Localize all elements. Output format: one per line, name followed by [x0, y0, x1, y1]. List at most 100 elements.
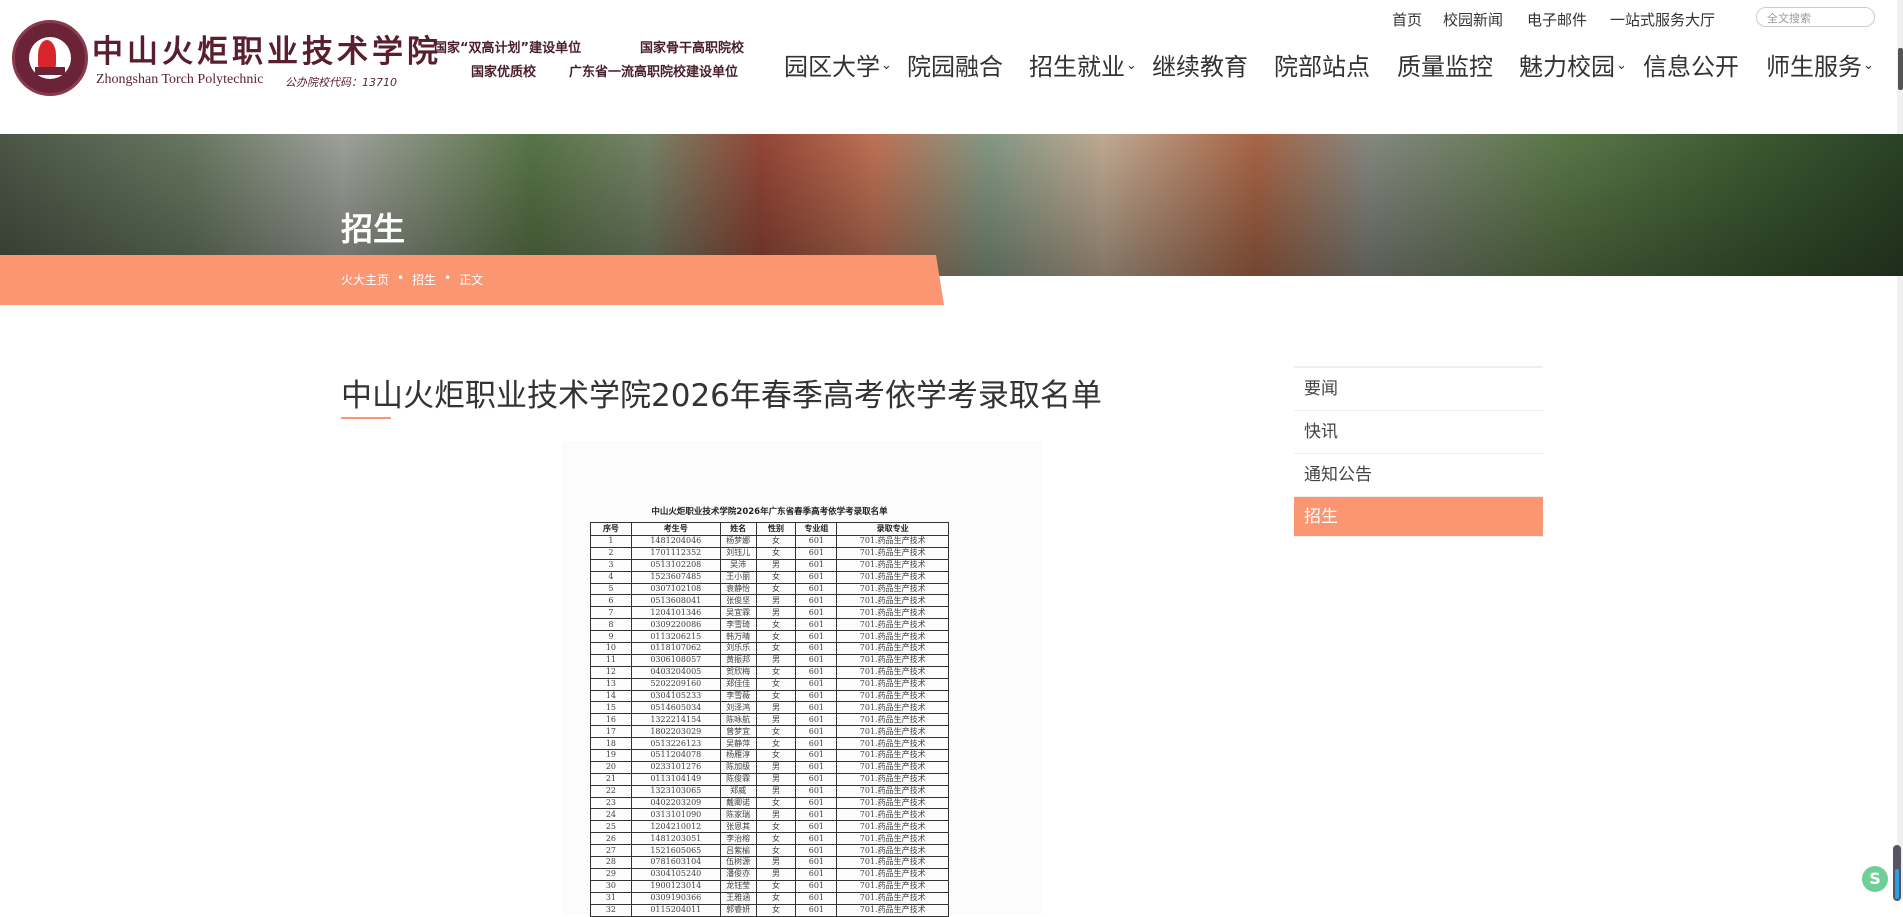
table-cell: 女 [756, 678, 796, 690]
nav-item[interactable]: 师生服务⌄ [1766, 47, 1874, 82]
assistant-icon[interactable]: S [1862, 866, 1888, 892]
table-cell: 601 [796, 738, 837, 750]
table-cell: 601 [796, 726, 837, 738]
sidebar: 要闻快讯通知公告招生 [1294, 366, 1543, 537]
table-row: 280781603104伍树源男601701.药品生产技术 [591, 857, 949, 869]
slogan: 国家优质校 [471, 61, 536, 80]
slogan: 广东省一流高职院校建设单位 [569, 61, 738, 80]
table-cell: 701.药品生产技术 [837, 571, 949, 583]
table-cell: 601 [796, 666, 837, 678]
table-cell: 4 [591, 571, 632, 583]
table-cell: 601 [796, 583, 837, 595]
table-cell: 0513226123 [631, 738, 720, 750]
nav-item[interactable]: 质量监控 [1397, 47, 1493, 82]
nav-label: 质量监控 [1397, 53, 1493, 81]
nav-item[interactable]: 招生就业⌄ [1029, 47, 1137, 82]
top-link-home[interactable]: 首页 [1392, 9, 1422, 30]
table-cell: 陈俊霖 [720, 773, 756, 785]
table-cell: 女 [756, 892, 796, 904]
nav-label: 师生服务 [1766, 53, 1862, 81]
nav-item[interactable]: 院园融合 [907, 47, 1003, 82]
table-cell: 刘钰儿 [720, 547, 756, 559]
table-cell: 男 [756, 857, 796, 869]
sidebar-item[interactable]: 要闻 [1294, 368, 1543, 411]
school-logo[interactable] [12, 20, 88, 96]
table-cell: 701.药品生产技术 [837, 892, 949, 904]
table-cell: 张俊坚 [720, 595, 756, 607]
chevron-down-icon: ⌄ [881, 58, 892, 73]
table-cell: 戴卿诺 [720, 797, 756, 809]
table-cell: 0513608041 [631, 595, 720, 607]
table-cell: 601 [796, 845, 837, 857]
table-cell: 28 [591, 857, 632, 869]
table-cell: 9 [591, 631, 632, 643]
table-cell: 男 [756, 607, 796, 619]
nav-item[interactable]: 继续教育 [1152, 47, 1248, 82]
table-cell: 女 [756, 845, 796, 857]
table-cell: 女 [756, 631, 796, 643]
sidebar-item[interactable]: 快讯 [1294, 411, 1543, 454]
table-cell: 701.药品生产技术 [837, 750, 949, 762]
table-row: 240313101090陈家瑞男601701.药品生产技术 [591, 809, 949, 821]
table-cell: 23 [591, 797, 632, 809]
table-cell: 男 [756, 714, 796, 726]
admission-table: 序号考生号姓名性别专业组录取专业 11481204046杨梦娜女601701.药… [590, 522, 949, 917]
table-cell: 601 [796, 904, 837, 916]
table-cell: 吴静萍 [720, 738, 756, 750]
top-link-news[interactable]: 校园新闻 [1443, 9, 1503, 30]
table-row: 140304105233李雪薇女601701.药品生产技术 [591, 690, 949, 702]
table-cell: 32 [591, 904, 632, 916]
sidebar-item[interactable]: 通知公告 [1294, 454, 1543, 497]
table-cell: 男 [756, 809, 796, 821]
table-cell: 王小丽 [720, 571, 756, 583]
table-cell: 0113104149 [631, 773, 720, 785]
table-cell: 袁静怡 [720, 583, 756, 595]
table-cell: 3 [591, 559, 632, 571]
top-link-email[interactable]: 电子邮件 [1527, 9, 1587, 30]
table-cell: 杨梦娜 [720, 536, 756, 548]
page-heading: 招生 [341, 204, 405, 250]
table-row: 100118107062刘乐乐女601701.药品生产技术 [591, 643, 949, 655]
table-cell: 郑佳佳 [720, 678, 756, 690]
school-name-cn: 中山火炬职业技术学院 [92, 26, 442, 71]
top-link-service-hall[interactable]: 一站式服务大厅 [1610, 9, 1715, 30]
table-cell: 男 [756, 868, 796, 880]
table-cell: 女 [756, 750, 796, 762]
table-cell: 601 [796, 619, 837, 631]
nav-item[interactable]: 魅力校园⌄ [1519, 47, 1627, 82]
table-cell: 吴沛 [720, 559, 756, 571]
slogan: 国家“双高计划”建设单位 [434, 37, 581, 56]
table-row: 71204101346吴宜霖男601701.药品生产技术 [591, 607, 949, 619]
table-cell: 陈咏航 [720, 714, 756, 726]
table-cell: 女 [756, 904, 796, 916]
chevron-down-icon: ⌄ [1616, 58, 1627, 73]
nav-item[interactable]: 信息公开 [1643, 47, 1739, 82]
scrollbar-thumb[interactable] [1898, 48, 1903, 90]
search-input[interactable]: 全文搜索 [1756, 7, 1875, 27]
table-cell: 男 [756, 773, 796, 785]
table-cell: 0304105233 [631, 690, 720, 702]
table-cell: 1204101346 [631, 607, 720, 619]
table-cell: 0513102208 [631, 559, 720, 571]
table-cell: 701.药品生产技术 [837, 714, 949, 726]
school-name-en: Zhongshan Torch Polytechnic [96, 72, 264, 88]
table-cell: 吕紫榆 [720, 845, 756, 857]
table-cell: 8 [591, 619, 632, 631]
table-row: 320115204011郭睿妍女601701.药品生产技术 [591, 904, 949, 916]
nav-item[interactable]: 园区大学⌄ [784, 47, 892, 82]
table-row: 110306108057黄振邦男601701.药品生产技术 [591, 654, 949, 666]
sidebar-item[interactable]: 招生 [1294, 497, 1543, 537]
breadcrumb-admissions[interactable]: 招生 [412, 271, 436, 288]
table-row: 161322214154陈咏航男601701.药品生产技术 [591, 714, 949, 726]
nav-label: 魅力校园 [1519, 53, 1615, 81]
table-cell: 男 [756, 654, 796, 666]
nav-item[interactable]: 院部站点 [1274, 47, 1370, 82]
table-cell: 601 [796, 690, 837, 702]
table-cell: 701.药品生产技术 [837, 857, 949, 869]
breadcrumb-home[interactable]: 火大主页 [341, 271, 389, 288]
table-cell: 女 [756, 690, 796, 702]
table-cell: 601 [796, 892, 837, 904]
table-cell: 女 [756, 571, 796, 583]
nav-label: 继续教育 [1152, 53, 1248, 81]
table-row: 90113206215韩万晴女601701.药品生产技术 [591, 631, 949, 643]
